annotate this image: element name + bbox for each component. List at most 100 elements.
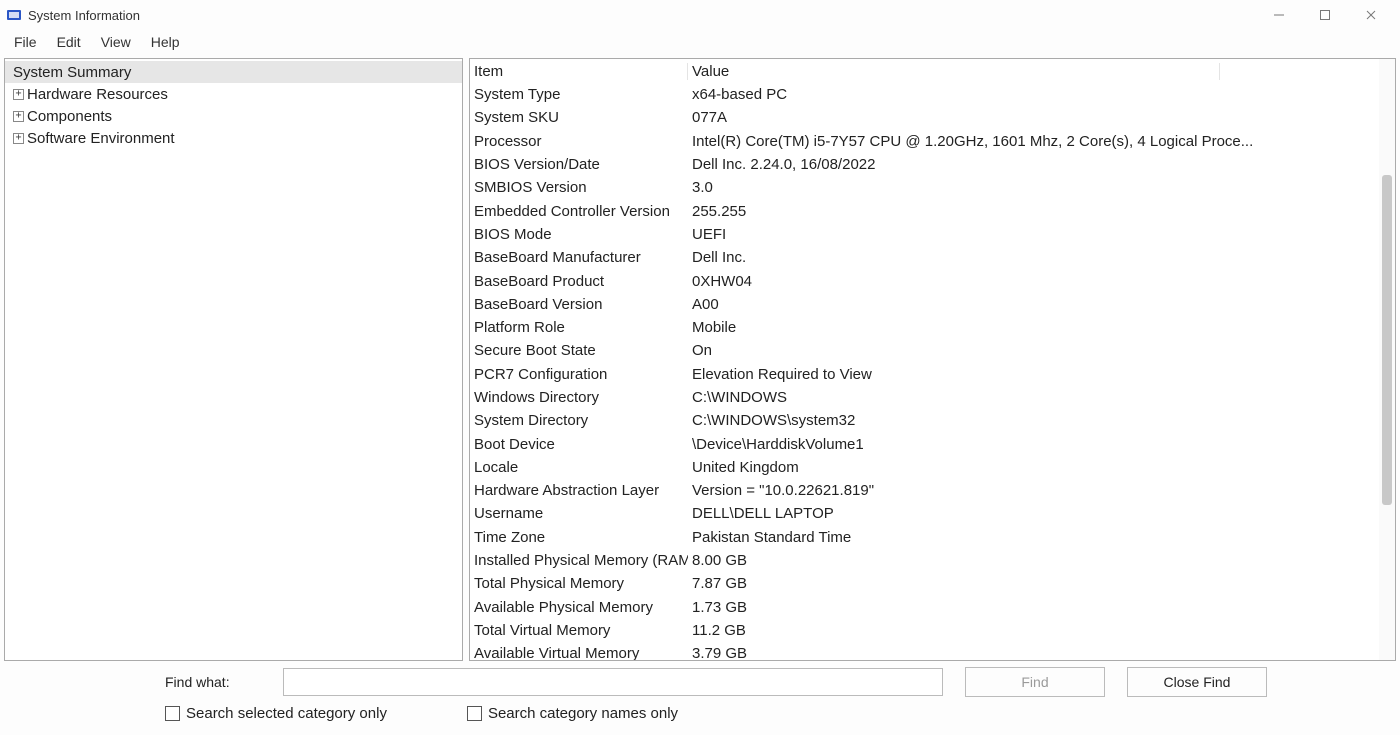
details-value: United Kingdom <box>688 459 1395 476</box>
details-item: Locale <box>470 459 688 476</box>
details-row[interactable]: LocaleUnited Kingdom <box>470 456 1395 479</box>
details-item: Windows Directory <box>470 389 688 406</box>
details-row[interactable]: Installed Physical Memory (RAM)8.00 GB <box>470 549 1395 572</box>
details-item: Time Zone <box>470 529 688 546</box>
details-row[interactable]: System DirectoryC:\WINDOWS\system32 <box>470 409 1395 432</box>
details-value: On <box>688 342 1395 359</box>
details-row[interactable]: SMBIOS Version3.0 <box>470 176 1395 199</box>
details-row[interactable]: PCR7 ConfigurationElevation Required to … <box>470 363 1395 386</box>
menu-view[interactable]: View <box>91 32 141 52</box>
tree-expander-icon[interactable]: + <box>13 89 24 100</box>
menu-help[interactable]: Help <box>141 32 190 52</box>
category-tree: System Summary + Hardware Resources + Co… <box>5 59 462 151</box>
details-value: 3.79 GB <box>688 645 1395 660</box>
tree-label: System Summary <box>13 64 131 81</box>
titlebar: System Information <box>0 0 1400 30</box>
details-value: C:\WINDOWS <box>688 389 1395 406</box>
details-item: BaseBoard Manufacturer <box>470 249 688 266</box>
details-item: Available Physical Memory <box>470 599 688 616</box>
details-list: Item Value System Typex64-based PCSystem… <box>470 59 1395 660</box>
details-value: A00 <box>688 296 1395 313</box>
details-value: 255.255 <box>688 203 1395 220</box>
details-row[interactable]: UsernameDELL\DELL LAPTOP <box>470 502 1395 525</box>
details-value: 8.00 GB <box>688 552 1395 569</box>
details-item: Total Physical Memory <box>470 575 688 592</box>
tree-label: Components <box>27 108 112 125</box>
details-value: DELL\DELL LAPTOP <box>688 505 1395 522</box>
details-item: PCR7 Configuration <box>470 366 688 383</box>
details-header[interactable]: Item Value <box>470 59 1395 83</box>
details-value: 11.2 GB <box>688 622 1395 639</box>
details-row[interactable]: Time ZonePakistan Standard Time <box>470 526 1395 549</box>
details-item: Secure Boot State <box>470 342 688 359</box>
details-value: Dell Inc. 2.24.0, 16/08/2022 <box>688 156 1395 173</box>
details-row[interactable]: Platform RoleMobile <box>470 316 1395 339</box>
find-label: Find what: <box>165 674 275 690</box>
maximize-button[interactable] <box>1302 0 1348 30</box>
details-row[interactable]: ProcessorIntel(R) Core(TM) i5-7Y57 CPU @… <box>470 130 1395 153</box>
details-value: Dell Inc. <box>688 249 1395 266</box>
checkbox-label: Search category names only <box>488 705 678 722</box>
checkbox-box-icon <box>165 706 180 721</box>
details-item: Installed Physical Memory (RAM) <box>470 552 688 569</box>
menu-file[interactable]: File <box>4 32 47 52</box>
menu-edit[interactable]: Edit <box>47 32 91 52</box>
minimize-button[interactable] <box>1256 0 1302 30</box>
details-value: Pakistan Standard Time <box>688 529 1395 546</box>
find-button[interactable]: Find <box>965 667 1105 697</box>
details-row[interactable]: System SKU077A <box>470 106 1395 129</box>
details-item: System Type <box>470 86 688 103</box>
details-row[interactable]: Hardware Abstraction LayerVersion = "10.… <box>470 479 1395 502</box>
details-row[interactable]: Total Virtual Memory11.2 GB <box>470 619 1395 642</box>
details-item: System Directory <box>470 412 688 429</box>
tree-item-hardware-resources[interactable]: + Hardware Resources <box>5 83 462 105</box>
tree-item-system-summary[interactable]: System Summary <box>5 61 462 83</box>
find-input[interactable] <box>283 668 943 696</box>
close-find-button[interactable]: Close Find <box>1127 667 1267 697</box>
tree-label: Software Environment <box>27 130 175 147</box>
vertical-scrollbar[interactable] <box>1379 59 1395 660</box>
details-item: BIOS Version/Date <box>470 156 688 173</box>
details-row[interactable]: BIOS Version/DateDell Inc. 2.24.0, 16/08… <box>470 153 1395 176</box>
checkbox-search-category-names[interactable]: Search category names only <box>467 705 678 722</box>
details-value: UEFI <box>688 226 1395 243</box>
details-value: x64-based PC <box>688 86 1395 103</box>
details-row[interactable]: BaseBoard ManufacturerDell Inc. <box>470 246 1395 269</box>
tree-item-components[interactable]: + Components <box>5 105 462 127</box>
details-item: BIOS Mode <box>470 226 688 243</box>
details-row[interactable]: Boot Device\Device\HarddiskVolume1 <box>470 432 1395 455</box>
details-row[interactable]: Embedded Controller Version255.255 <box>470 199 1395 222</box>
tree-item-software-environment[interactable]: + Software Environment <box>5 127 462 149</box>
details-item: Embedded Controller Version <box>470 203 688 220</box>
details-row[interactable]: Secure Boot StateOn <box>470 339 1395 362</box>
details-value: 1.73 GB <box>688 599 1395 616</box>
app-icon <box>6 7 22 23</box>
details-item: Platform Role <box>470 319 688 336</box>
tree-label: Hardware Resources <box>27 86 168 103</box>
details-value: C:\WINDOWS\system32 <box>688 412 1395 429</box>
details-item: System SKU <box>470 109 688 126</box>
details-item: SMBIOS Version <box>470 179 688 196</box>
menubar: File Edit View Help <box>0 30 1400 54</box>
details-row[interactable]: Windows DirectoryC:\WINDOWS <box>470 386 1395 409</box>
header-item[interactable]: Item <box>470 63 688 80</box>
header-value[interactable]: Value <box>688 63 1220 80</box>
details-item: Username <box>470 505 688 522</box>
details-row[interactable]: System Typex64-based PC <box>470 83 1395 106</box>
tree-expander-icon[interactable]: + <box>13 133 24 144</box>
checkbox-search-selected-category[interactable]: Search selected category only <box>165 705 387 722</box>
details-item: Processor <box>470 133 688 150</box>
scrollbar-thumb[interactable] <box>1382 175 1392 505</box>
details-value: 0XHW04 <box>688 273 1395 290</box>
details-row[interactable]: BIOS ModeUEFI <box>470 223 1395 246</box>
window-title: System Information <box>28 8 140 23</box>
details-row[interactable]: BaseBoard VersionA00 <box>470 293 1395 316</box>
tree-expander-icon[interactable]: + <box>13 111 24 122</box>
close-button[interactable] <box>1348 0 1394 30</box>
details-row[interactable]: Available Virtual Memory3.79 GB <box>470 642 1395 660</box>
details-item: Hardware Abstraction Layer <box>470 482 688 499</box>
details-row[interactable]: Available Physical Memory1.73 GB <box>470 596 1395 619</box>
details-item: Total Virtual Memory <box>470 622 688 639</box>
details-row[interactable]: BaseBoard Product0XHW04 <box>470 269 1395 292</box>
details-row[interactable]: Total Physical Memory7.87 GB <box>470 572 1395 595</box>
